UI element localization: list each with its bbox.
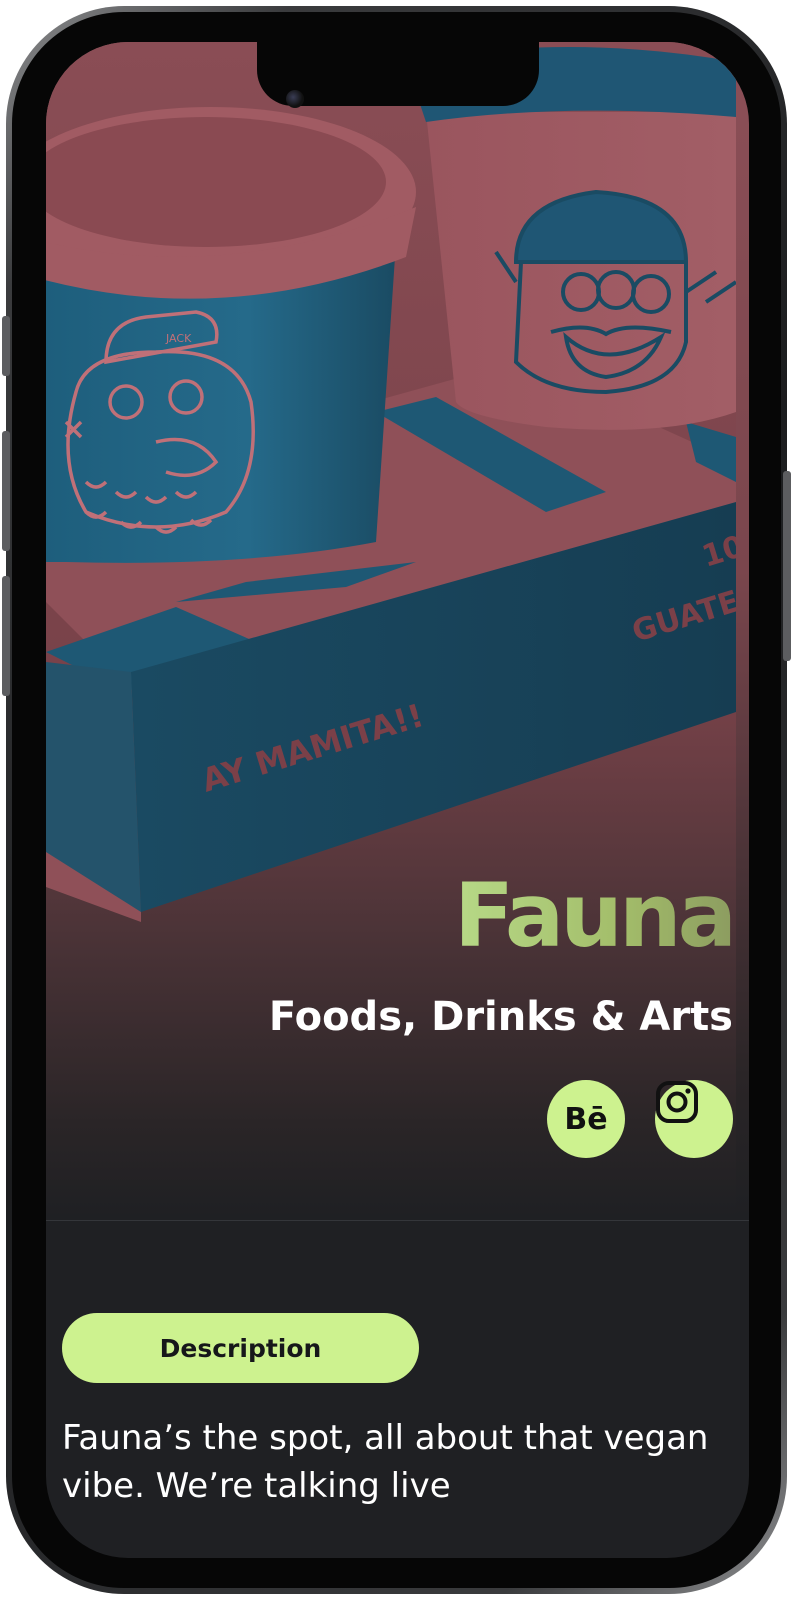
instagram-button[interactable] xyxy=(655,1080,733,1158)
product-illustration: AY MAMITA!! GUATE 10 JACK xyxy=(46,42,736,1217)
volume-down-button xyxy=(2,576,10,696)
behance-button[interactable]: Bē xyxy=(547,1080,625,1158)
silent-switch xyxy=(2,316,10,376)
screen: AY MAMITA!! GUATE 10 JACK Fauna Foods, D… xyxy=(46,42,749,1558)
front-camera xyxy=(286,90,304,108)
section-divider xyxy=(46,1220,749,1221)
power-button xyxy=(783,471,791,661)
phone-frame: AY MAMITA!! GUATE 10 JACK Fauna Foods, D… xyxy=(2,6,791,1594)
description-tab[interactable]: Description xyxy=(62,1313,419,1383)
brand-subtitle: Foods, Drinks & Arts xyxy=(268,994,733,1040)
right-cup xyxy=(426,112,736,430)
volume-up-button xyxy=(2,431,10,551)
cup-cap-label: JACK xyxy=(165,332,192,345)
brand-title: Fauna xyxy=(453,864,737,967)
behance-icon: Bē xyxy=(564,1101,608,1137)
hero-image: AY MAMITA!! GUATE 10 JACK Fauna Foods, D… xyxy=(46,42,749,1217)
instagram-icon xyxy=(656,1081,698,1123)
description-text: Fauna’s the spot, all about that vegan v… xyxy=(62,1418,709,1506)
